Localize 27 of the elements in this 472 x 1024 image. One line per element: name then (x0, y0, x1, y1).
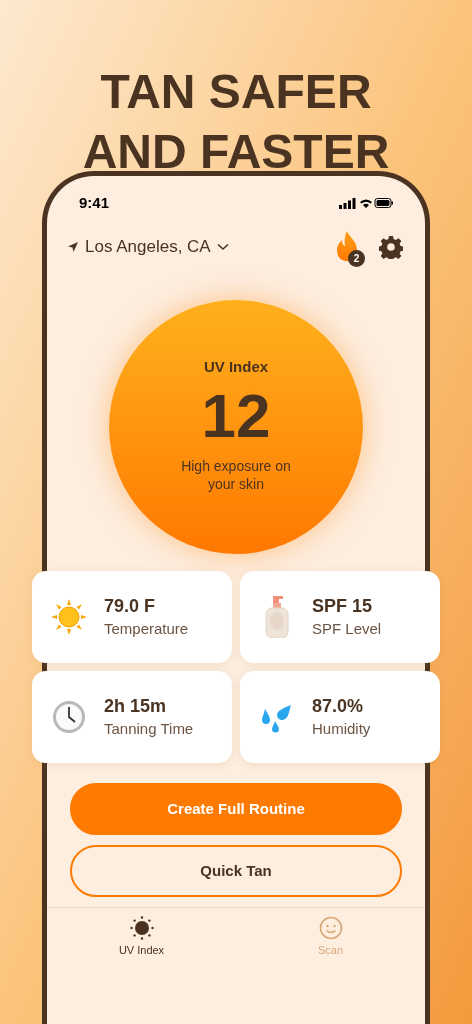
stat-label: Temperature (104, 619, 189, 639)
tab[interactable]: UV Index (47, 908, 236, 967)
streak-badge: 2 (348, 250, 365, 267)
stat-value: 87.0% (312, 695, 365, 718)
sun-icon (129, 916, 154, 940)
settings-icon[interactable] (379, 235, 403, 259)
status-icons (339, 197, 393, 209)
smiley-icon (318, 916, 343, 940)
uv-value: 12 (201, 380, 271, 451)
stat-label: SPF Level (312, 619, 382, 639)
quick-tan-button[interactable]: Quick Tan (70, 845, 402, 897)
stat-value: 2h 15m (104, 695, 168, 718)
stat-value: 79.0 F (104, 595, 157, 618)
stat-label: Humidity (312, 719, 371, 739)
clock-icon (52, 700, 86, 734)
headline: TAN SAFER (100, 64, 372, 120)
uv-label: UV Index (203, 357, 269, 377)
lotion-bottle-icon (264, 596, 290, 638)
sun-icon (51, 599, 87, 635)
location-arrow-icon (67, 241, 79, 253)
stat-label: Tanning Time (104, 719, 194, 739)
uv-description: High exposure on your skin (180, 456, 292, 493)
status-time: 9:41 (79, 192, 110, 213)
headline: AND FASTER (82, 124, 390, 180)
stat-value: SPF 15 (312, 595, 374, 618)
chevron-down-icon[interactable] (216, 243, 229, 251)
location-selector[interactable]: Los Angeles, CA (85, 234, 211, 260)
